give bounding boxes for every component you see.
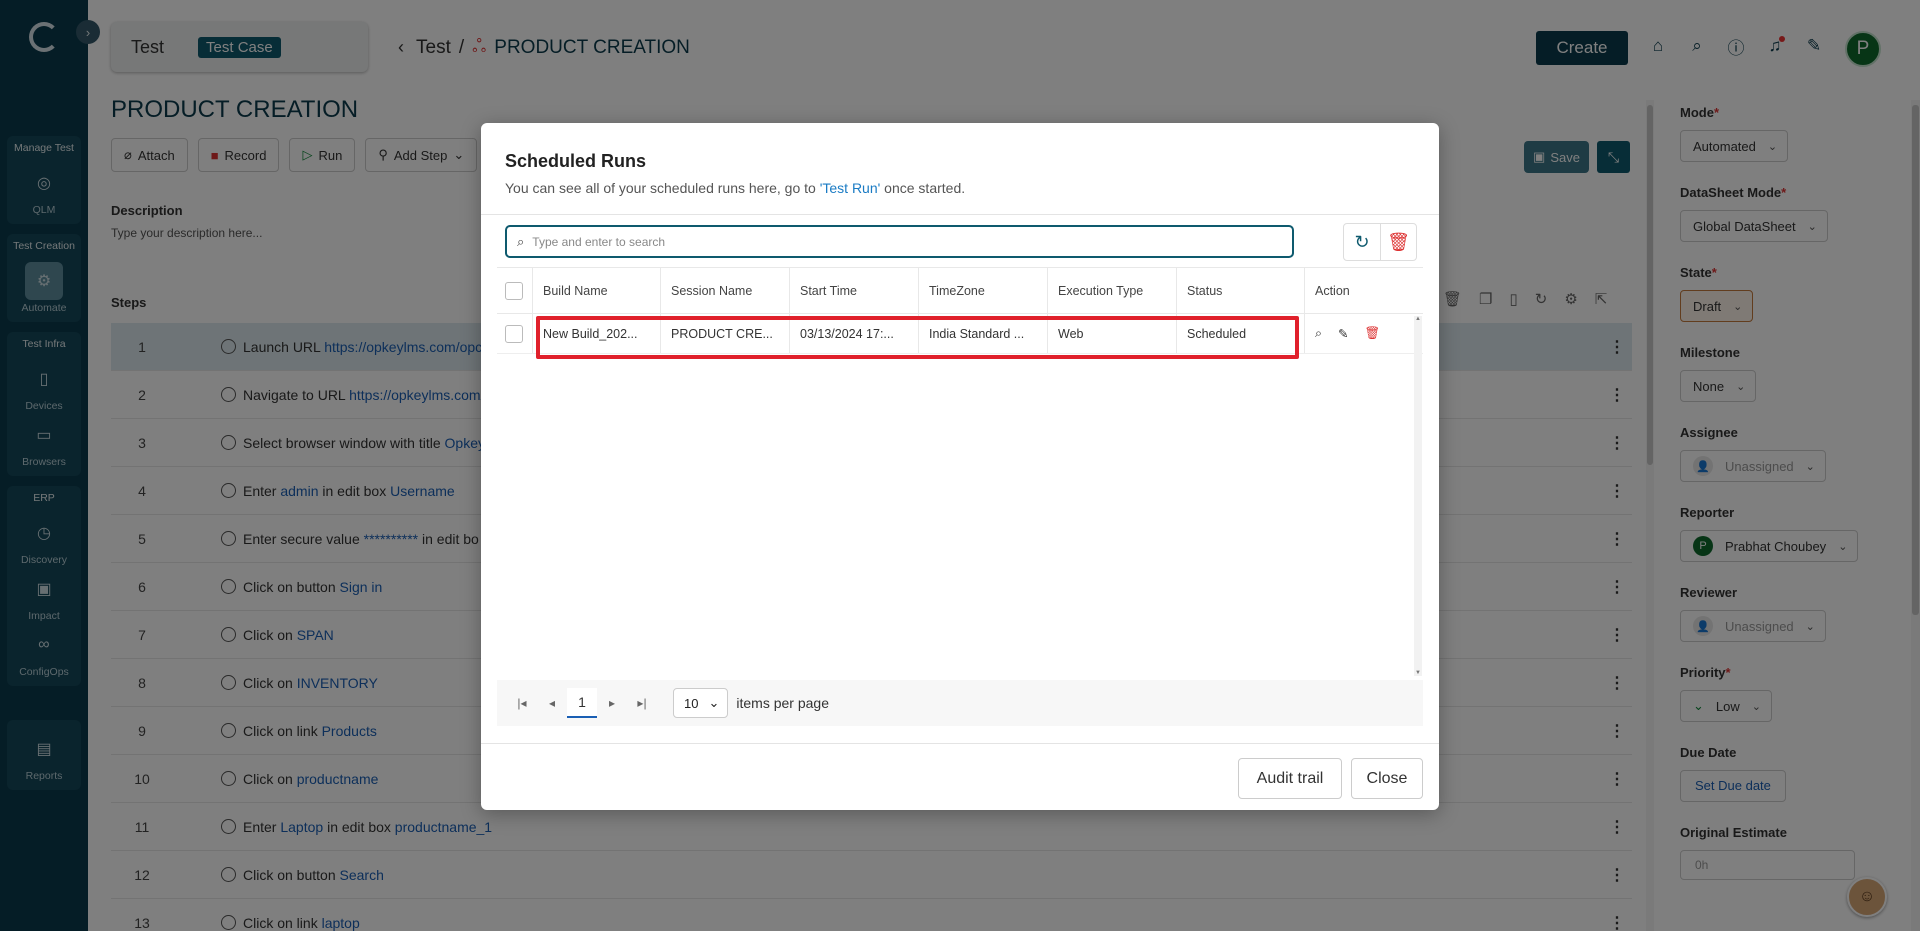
scroll-down-icon[interactable]: ▼ (1414, 670, 1422, 676)
pagination: |◂ ◂ 1 ▸ ▸| 10 ⌄ items per page (497, 680, 1423, 726)
footer-divider (481, 743, 1439, 744)
column-header[interactable]: Status (1177, 268, 1305, 313)
grid-header: Build Name Session Name Start Time TimeZ… (497, 268, 1423, 314)
scheduled-runs-dialog: Scheduled Runs You can see all of your s… (481, 123, 1439, 810)
delete-row-icon[interactable]: 🗑 (1365, 326, 1381, 341)
row-select-cell (497, 314, 533, 353)
last-page-icon[interactable]: ▸| (627, 688, 657, 718)
grid-scrollbar[interactable]: ▲ ▼ (1414, 316, 1422, 676)
prev-page-icon[interactable]: ◂ (537, 688, 567, 718)
status-cell: Scheduled (1177, 314, 1305, 353)
column-header[interactable]: Build Name (533, 268, 661, 313)
timezone-cell: India Standard ... (919, 314, 1048, 353)
refresh-icon[interactable]: ↻ (1344, 224, 1380, 260)
audit-trail-button[interactable]: Audit trail (1238, 758, 1342, 799)
session-name-cell: PRODUCT CRE... (661, 314, 790, 353)
select-all-cell (497, 268, 533, 313)
scroll-up-icon[interactable]: ▲ (1414, 316, 1422, 322)
grid-toolbar: ↻ 🗑 (1343, 223, 1417, 261)
page-size-select[interactable]: 10 ⌄ (673, 688, 729, 718)
search-box[interactable]: ⌕ (505, 225, 1294, 258)
search-icon: ⌕ (517, 233, 525, 249)
dialog-title: Scheduled Runs (505, 151, 647, 171)
dialog-divider (481, 214, 1439, 215)
items-per-page-label: items per page (736, 695, 829, 711)
select-all-checkbox[interactable] (505, 281, 523, 300)
build-name-cell: New Build_202... (533, 314, 661, 353)
chevron-down-icon: ⌄ (708, 695, 720, 710)
column-header[interactable]: Session Name (661, 268, 790, 313)
column-header[interactable]: TimeZone (919, 268, 1048, 313)
current-page[interactable]: 1 (567, 688, 597, 718)
test-run-link[interactable]: 'Test Run' (820, 180, 881, 196)
dialog-subtitle: You can see all of your scheduled runs h… (505, 180, 966, 196)
first-page-icon[interactable]: |◂ (507, 688, 537, 718)
delete-icon[interactable]: 🗑 (1380, 224, 1416, 260)
column-header[interactable]: Start Time (790, 268, 919, 313)
next-page-icon[interactable]: ▸ (597, 688, 627, 718)
action-cell: ⌕ ✎ 🗑 (1305, 314, 1423, 353)
column-header: Action (1315, 283, 1350, 298)
scheduled-runs-grid: Build Name Session Name Start Time TimeZ… (497, 267, 1423, 677)
edit-pencil-icon[interactable]: ✎ (1338, 326, 1348, 341)
table-row[interactable]: New Build_202... PRODUCT CRE... 03/13/20… (497, 314, 1423, 354)
start-time-cell: 03/13/2024 17:... (790, 314, 919, 353)
search-input[interactable] (532, 234, 1253, 249)
execution-type-cell: Web (1048, 314, 1177, 353)
row-checkbox[interactable] (505, 324, 523, 343)
close-button[interactable]: Close (1351, 758, 1423, 799)
view-search-icon[interactable]: ⌕ (1315, 326, 1322, 341)
column-header[interactable]: Execution Type (1048, 268, 1177, 313)
